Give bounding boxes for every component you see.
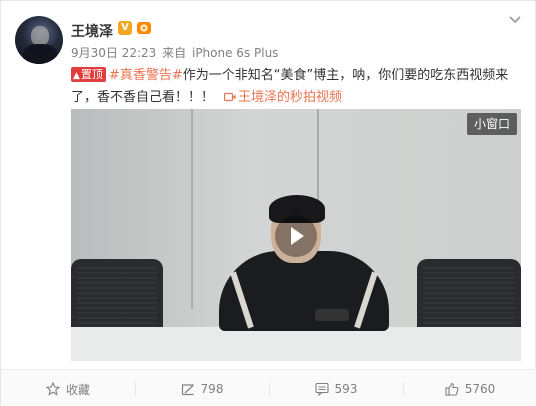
weibo-post-card: 王境泽 V 9月30日 22:23 来自 iPhone 6s Plus ▲置顶 #… (0, 0, 536, 406)
topic-link[interactable]: #真香警告# (109, 68, 183, 83)
comment-button[interactable]: 593 (269, 370, 403, 406)
pinned-label: 置顶 (80, 68, 103, 81)
video-frame-table (71, 327, 521, 361)
avatar-body (23, 44, 57, 64)
video-frame-panel (191, 109, 193, 309)
avatar-face (31, 26, 49, 46)
play-icon (291, 227, 304, 245)
post-content: ▲置顶 #真香警告#作为一个非知名“美食”博主，呐，你们要的吃东西视频来了，香不香… (71, 65, 521, 109)
post-date[interactable]: 9月30日 22:23 (71, 46, 156, 60)
repost-count: 798 (200, 382, 224, 396)
user-avatar[interactable] (15, 16, 63, 64)
thumbs-up-icon (445, 382, 459, 396)
post-meta: 9月30日 22:23 来自 iPhone 6s Plus (71, 44, 278, 61)
video-player[interactable]: 小窗口 (71, 109, 521, 361)
source-device[interactable]: iPhone 6s Plus (192, 46, 278, 60)
verified-v-icon: V (118, 21, 132, 35)
action-bar: 收藏 798 593 5760 (1, 369, 536, 406)
repost-icon (181, 384, 194, 396)
comment-icon (314, 382, 329, 396)
video-frame-chair (417, 259, 521, 334)
chevron-down-icon[interactable] (508, 15, 522, 25)
level-badge-icon (137, 22, 151, 34)
video-link[interactable]: 王境泽的秒拍视频 (238, 90, 342, 105)
favorite-button[interactable]: 收藏 (1, 370, 135, 406)
favorite-label: 收藏 (65, 382, 90, 397)
person-phone (315, 309, 349, 321)
pin-arrow-icon: ▲ (73, 71, 80, 81)
like-button[interactable]: 5760 (403, 370, 536, 406)
like-count: 5760 (464, 382, 496, 396)
pinned-badge: ▲置顶 (71, 67, 106, 82)
mini-window-button[interactable]: 小窗口 (467, 113, 517, 135)
video-link-icon (224, 92, 236, 102)
star-icon (45, 382, 60, 396)
comment-count: 593 (334, 382, 358, 396)
source-prefix: 来自 (162, 46, 187, 60)
play-button[interactable] (275, 215, 317, 257)
repost-button[interactable]: 798 (135, 370, 269, 406)
author-name[interactable]: 王境泽 (71, 21, 113, 41)
